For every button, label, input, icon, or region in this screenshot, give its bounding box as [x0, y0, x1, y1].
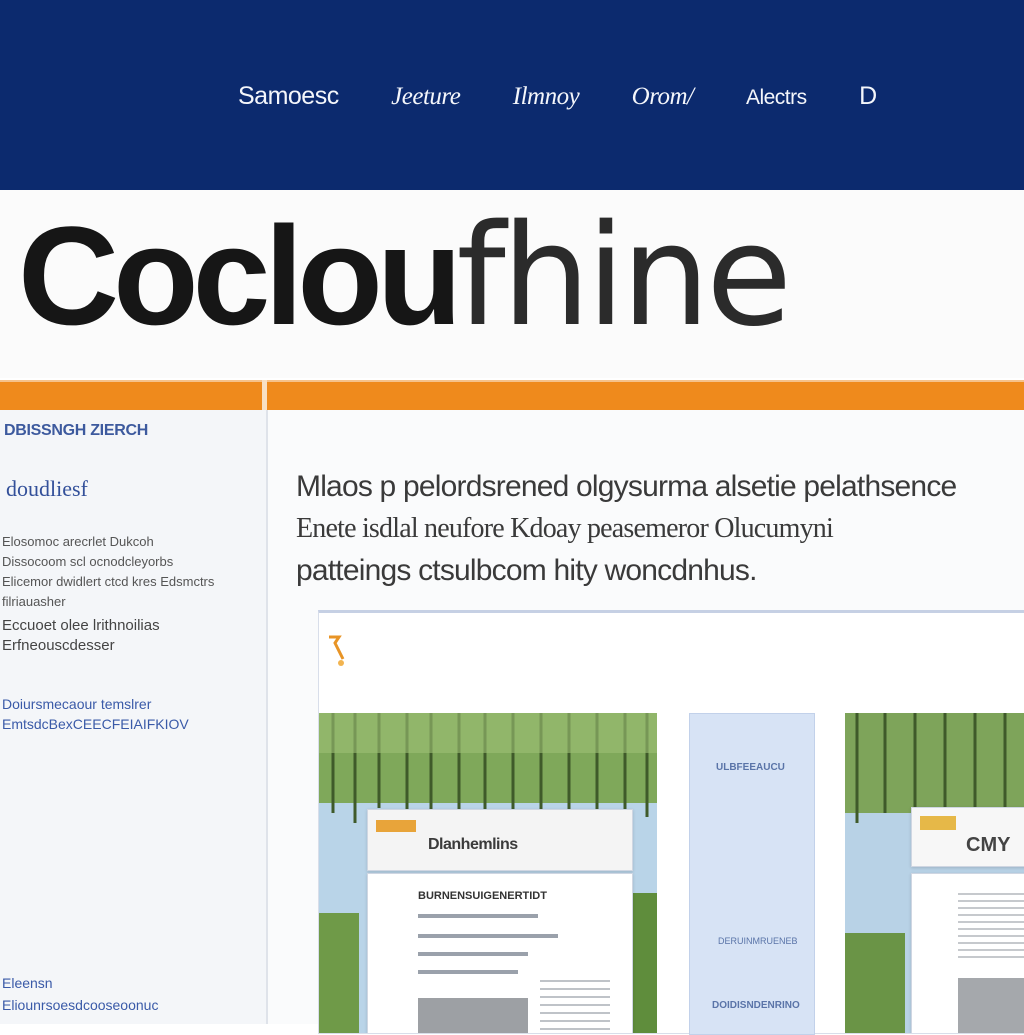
sidebar-link-block[interactable]: Doiursmecaour temslrer EmtsdcBexCEECFEIA… — [2, 694, 217, 734]
side-panel-label-3: DOIDISNDENRINO — [712, 1000, 800, 1011]
gallery-card-body: BURNENSUIGENERTIDT — [367, 873, 633, 1033]
intro-line-3: patteings ctsulbcom hity woncdnhus. — [296, 554, 757, 587]
intro-line-2: Enete isdlal neufore Kdoay peasemeror Ol… — [296, 513, 834, 544]
gallery-card-header: Dlanhemlins — [367, 809, 633, 871]
card-tag — [920, 816, 956, 830]
main-nav: Samoesc Jeeture Ilmnoy Orom/ Alectrs D — [238, 82, 925, 111]
logo-text-bold: Coclou — [18, 197, 462, 354]
main-content: Mlaos p pelordsrened olgysurma alsetie p… — [268, 410, 1024, 1035]
sidebar-footer-link-2[interactable]: Eliounrsoesdcooseoonuc — [2, 994, 222, 1016]
site-logo[interactable]: Cocloufhine — [18, 206, 792, 347]
text-line — [418, 970, 518, 974]
text-line — [418, 914, 538, 918]
card-title: CMY — [966, 834, 1011, 856]
side-panel-label-1: ULBFEEAUCU — [716, 762, 785, 773]
side-panel-label-2: DERUINMRUENEB — [718, 936, 798, 946]
accent-bar — [0, 380, 1024, 412]
text-line — [418, 952, 528, 956]
sidebar: DBISSNGH ZIERCH doudliesf Elosomoc arecr… — [0, 410, 268, 1024]
tool-icon — [329, 635, 345, 666]
sidebar-link[interactable]: doudliesf — [6, 476, 88, 502]
sidebar-footer: Eleensn Eliounrsoesdcooseoonuc — [2, 972, 222, 1016]
sidebar-paragraph-1: Elosomoc arecrlet Dukcoh Dissocoom scl o… — [2, 534, 215, 609]
nav-item-2[interactable]: Jeeture — [391, 83, 461, 111]
card-thumbnail-lines — [958, 888, 1024, 958]
gallery-panel: Dlanhemlins BURNENSUIGENERTIDT ULBFEEAUC… — [318, 610, 1024, 1035]
gallery-screenshot-2[interactable]: ULBFEEAUCU DERUINMRUENEB DOIDISNDENRINO — [689, 713, 815, 1035]
gallery-card-body — [911, 873, 1024, 1033]
nav-item-3[interactable]: Ilmnoy — [513, 83, 580, 111]
sidebar-paragraph-2: Eccuoet olee lrithnoilias Erfneouscdesse… — [2, 617, 160, 654]
top-navigation-bar: Samoesc Jeeture Ilmnoy Orom/ Alectrs D — [0, 0, 1024, 190]
intro-line-1: Mlaos p pelordsrened olgysurma alsetie p… — [296, 470, 957, 503]
accent-bar-divider — [262, 380, 267, 412]
intro-text: Mlaos p pelordsrened olgysurma alsetie p… — [296, 466, 1024, 592]
card-thumbnail-lines — [540, 974, 610, 1033]
text-line — [418, 934, 558, 938]
card-tag — [376, 820, 416, 832]
gallery-screenshot-3[interactable]: CMY — [845, 713, 1024, 1033]
nav-item-4[interactable]: Orom/ — [632, 83, 694, 111]
nav-item-6[interactable]: D — [859, 82, 877, 111]
gallery-card-header: CMY — [911, 807, 1024, 867]
card-image — [418, 998, 528, 1033]
logo-text-light: fhine — [456, 195, 792, 358]
nav-item-5[interactable]: Alectrs — [746, 86, 807, 110]
sidebar-footer-link-1[interactable]: Eleensn — [2, 972, 222, 994]
card-image — [958, 978, 1024, 1033]
sidebar-heading: DBISSNGH ZIERCH — [4, 422, 148, 439]
card-title: Dlanhemlins — [428, 836, 518, 853]
gallery-screenshot-1[interactable]: Dlanhemlins BURNENSUIGENERTIDT — [319, 713, 657, 1033]
card-heading: BURNENSUIGENERTIDT — [418, 890, 547, 902]
nav-item-1[interactable]: Samoesc — [238, 82, 339, 111]
